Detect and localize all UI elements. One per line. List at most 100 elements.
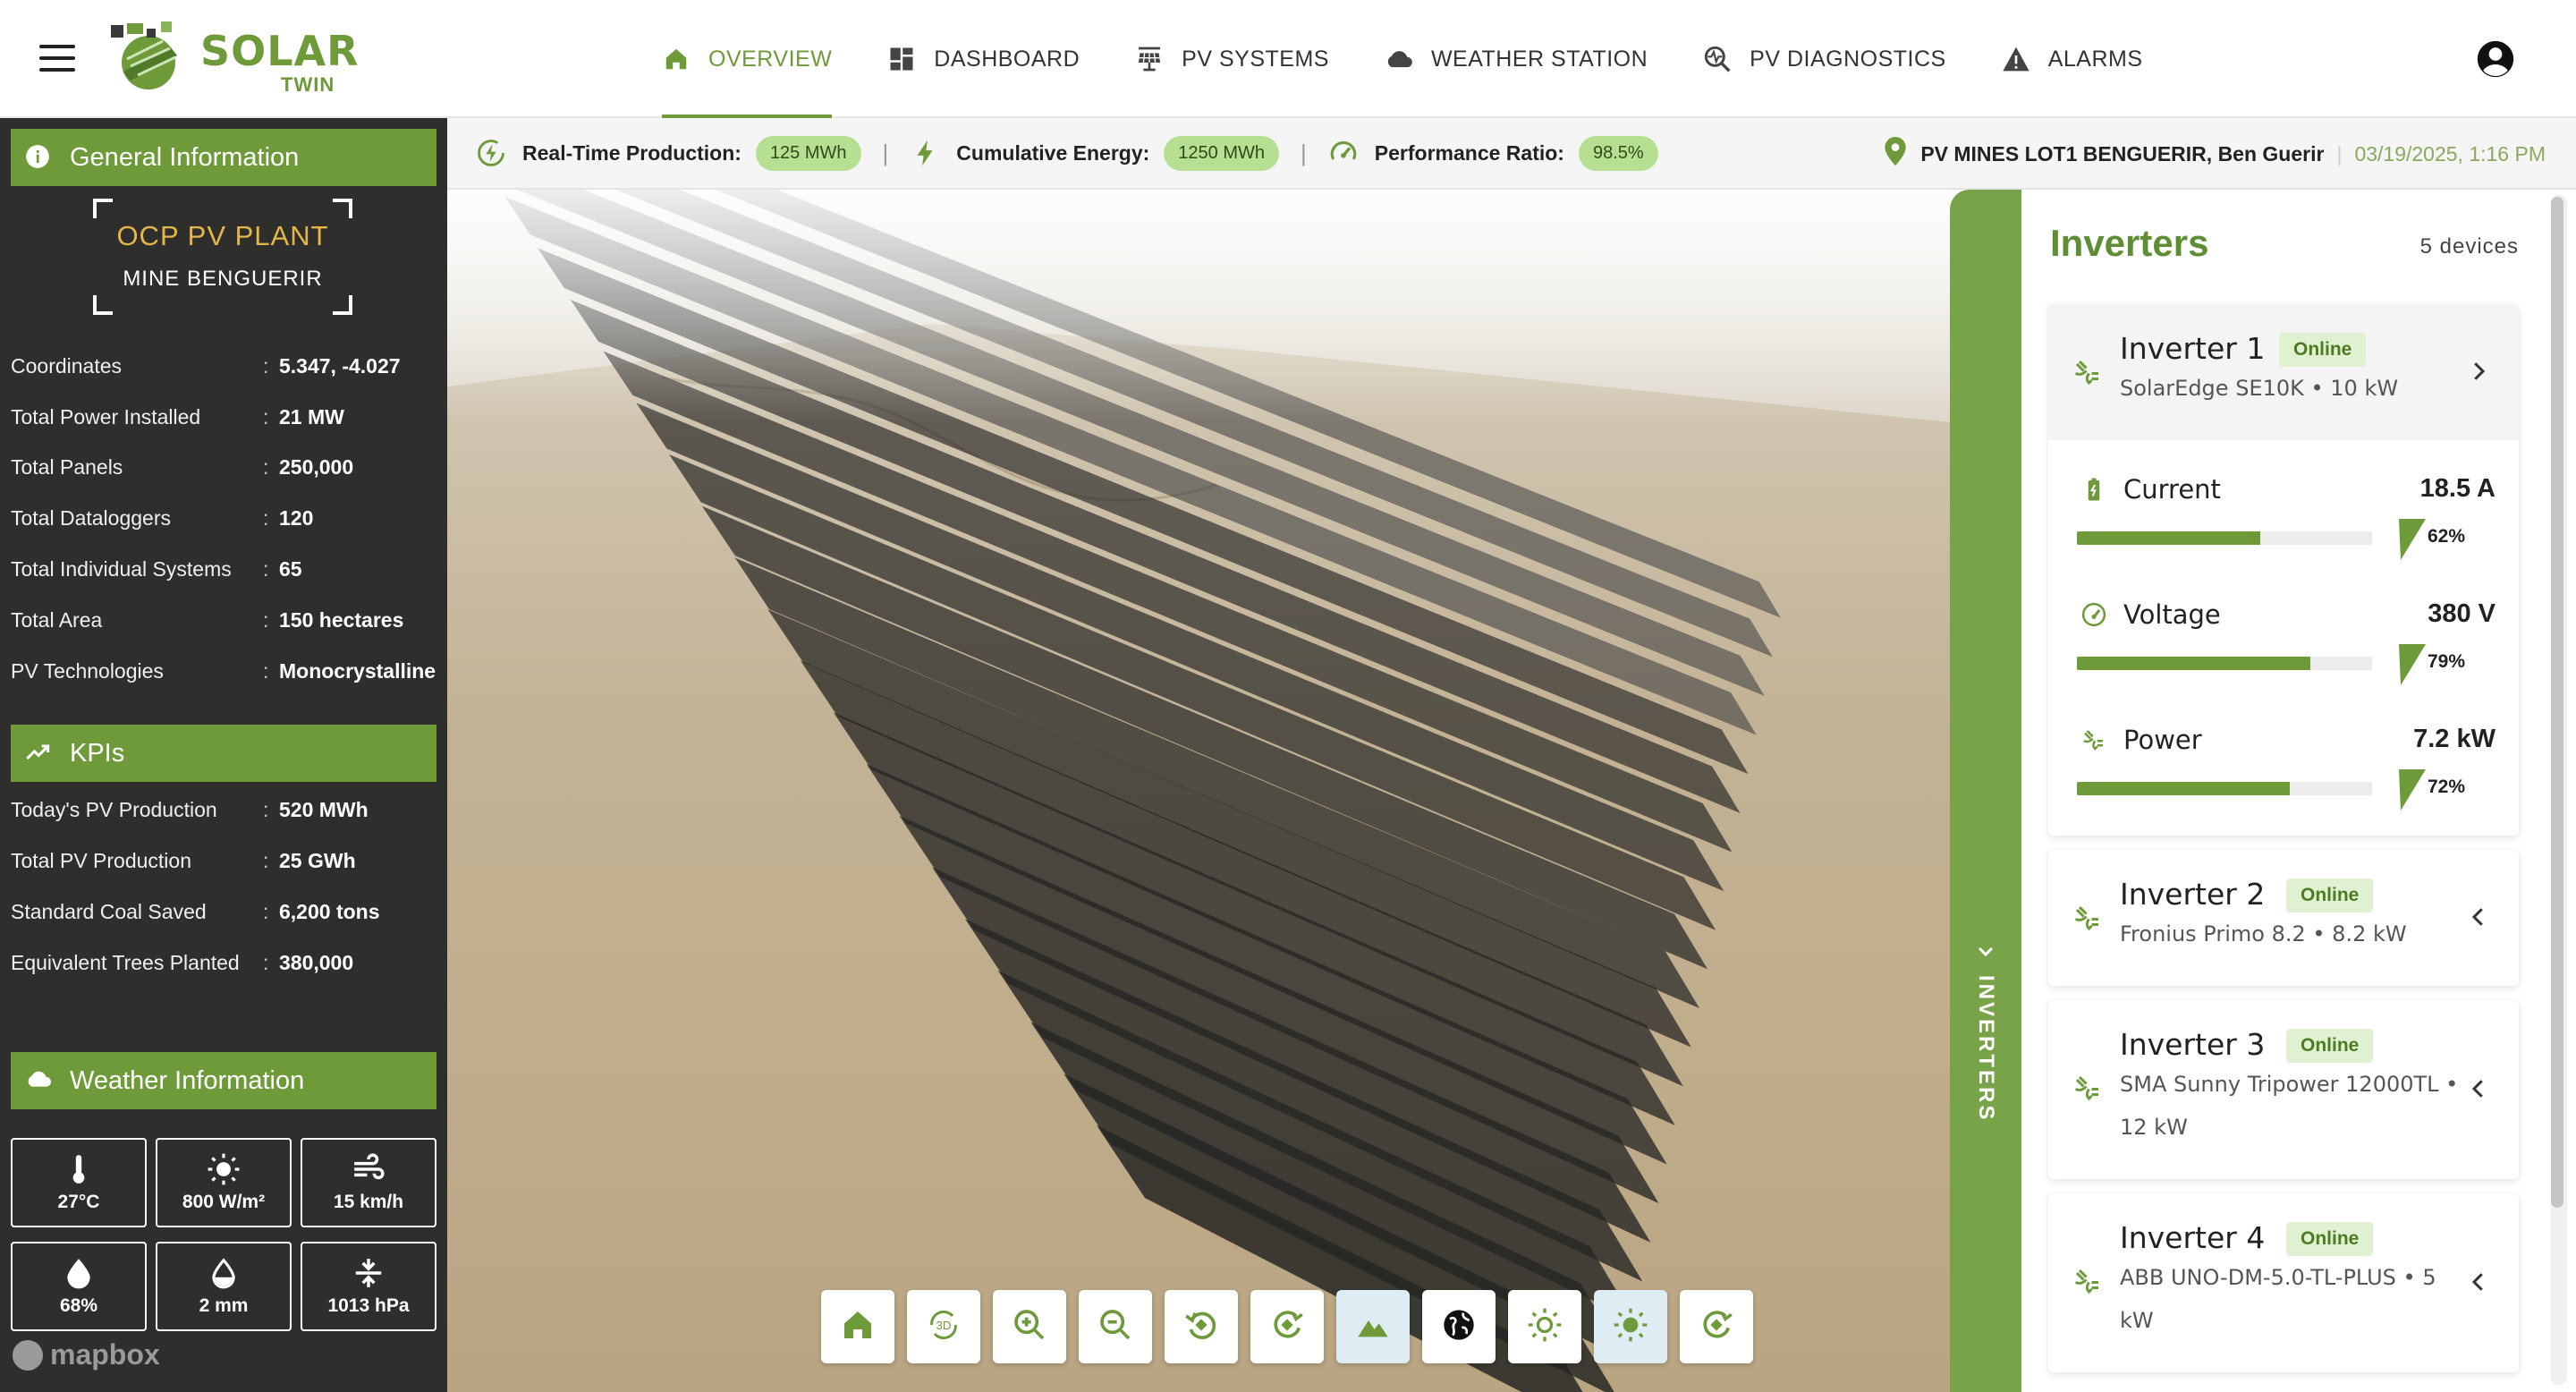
info-value: 250,000 (279, 455, 354, 479)
kpis-header[interactable]: KPIs (11, 725, 436, 782)
nav-weather-station[interactable]: WEATHER STATION (1385, 0, 1648, 118)
rotate-left-button[interactable] (1165, 1290, 1238, 1363)
chevron-left-icon[interactable] (2465, 1269, 2492, 1295)
info-value: 21 MW (279, 405, 344, 429)
solar-twin-logo[interactable]: SOLAR TWIN (107, 20, 359, 100)
metric-label-power: Power (2123, 725, 2202, 755)
info-label: Total Power Installed (11, 405, 201, 429)
inverter-card-1: Inverter 1 Online SolarEdge SE10K • 10 k… (2048, 304, 2519, 836)
kpi-value: 520 MWh (279, 798, 369, 821)
trend-icon (25, 740, 52, 767)
nav-pv-systems[interactable]: PV SYSTEMS (1135, 0, 1329, 118)
plug-icon (2080, 726, 2107, 753)
kpi-value: 380,000 (279, 951, 354, 974)
scrollbar-thumb[interactable] (2551, 197, 2563, 1208)
status-badge: Online (2286, 1222, 2374, 1256)
kpi-value: 25 GWh (279, 849, 356, 872)
inverters-scrollbar[interactable] (2551, 195, 2567, 1385)
weather-value: 15 km/h (333, 1192, 404, 1212)
metric-percent-power: 72% (2428, 777, 2466, 797)
zoom-out-button[interactable] (1079, 1290, 1152, 1363)
inverter-plug-icon (2072, 356, 2104, 388)
nav-overview[interactable]: OVERVIEW (662, 0, 833, 118)
logo-mark-icon (111, 21, 177, 89)
weather-tile-humidity: 68% (11, 1242, 147, 1331)
map-view[interactable] (447, 190, 1950, 1392)
realtime-production-value: 125 MWh (755, 135, 861, 171)
kpi-colon: : (263, 900, 269, 923)
home-icon (840, 1307, 876, 1347)
sun-icon (1527, 1307, 1563, 1347)
inverter-plug-icon (2072, 902, 2104, 934)
kpi-row-coal-saved: Standard Coal Saved:6,200 tons (11, 900, 440, 927)
kpi-colon: : (263, 951, 269, 974)
info-row-total-area: Total Area:150 hectares (11, 608, 440, 635)
plant-subtitle: MINE BENGUERIR (123, 267, 323, 291)
info-row-individual-systems: Total Individual Systems:65 (11, 557, 440, 584)
cloud-icon (25, 1067, 52, 1094)
user-account-icon[interactable] (2476, 39, 2515, 79)
sun-position-button[interactable] (1594, 1290, 1667, 1363)
map-home-button[interactable] (821, 1290, 894, 1363)
production-icon (476, 138, 506, 168)
warning-icon (2002, 45, 2030, 73)
chevron-right-icon[interactable] (2465, 358, 2492, 385)
power-progress-fill (2077, 782, 2290, 795)
realtime-production-stat: Real-Time Production: 125 MWh (476, 135, 861, 171)
info-label: Total Panels (11, 455, 123, 479)
info-label: Total Dataloggers (11, 506, 171, 530)
inverter-card-3[interactable]: Inverter 3 Online SMA Sunny Tripower 120… (2048, 1000, 2519, 1179)
general-information-header[interactable]: General Information (11, 129, 436, 186)
zoom-in-button[interactable] (993, 1290, 1066, 1363)
day-light-button[interactable] (1508, 1290, 1581, 1363)
reset-view-button[interactable] (1680, 1290, 1753, 1363)
weather-information-header[interactable]: Weather Information (11, 1052, 436, 1109)
zoom-out-icon (1097, 1307, 1133, 1347)
map-3d-button[interactable]: 3D (907, 1290, 980, 1363)
nav-alarms[interactable]: ALARMS (2002, 0, 2143, 118)
weather-value: 27°C (57, 1192, 100, 1212)
inverter-card-header[interactable]: Inverter 1 Online SolarEdge SE10K • 10 k… (2048, 304, 2519, 440)
nav-weather-station-label: WEATHER STATION (1430, 46, 1648, 72)
info-label: Coordinates (11, 354, 123, 378)
globe-button[interactable] (1422, 1290, 1496, 1363)
info-label: Total Individual Systems (11, 557, 232, 581)
inverter-name: Inverter 4 (2120, 1220, 2266, 1255)
info-value: 65 (279, 557, 302, 581)
inverter-card-4[interactable]: Inverter 4 Online ABB UNO-DM-5.0-TL-PLUS… (2048, 1193, 2519, 1372)
frame-corner (93, 295, 113, 315)
nav-pv-diagnostics[interactable]: PV DIAGNOSTICS (1703, 0, 1946, 118)
mapbox-attribution[interactable]: mapbox (13, 1338, 160, 1371)
info-colon: : (263, 506, 269, 530)
rotate-right-button[interactable] (1250, 1290, 1324, 1363)
menu-icon[interactable] (39, 45, 75, 72)
nav-dashboard[interactable]: DASHBOARD (887, 0, 1080, 118)
svg-text:3D: 3D (936, 1319, 951, 1332)
nav-dashboard-label: DASHBOARD (934, 46, 1080, 72)
status-bar: Real-Time Production: 125 MWh | Cumulati… (447, 118, 2576, 190)
info-row-total-panels: Total Panels:250,000 (11, 455, 440, 482)
inverters-panel-toggle[interactable]: INVERTERS (1950, 190, 2021, 1392)
chevron-left-icon[interactable] (2465, 1075, 2492, 1102)
info-icon (25, 144, 52, 171)
inverter-name: Inverter 2 (2120, 877, 2266, 912)
metric-percent-voltage: 79% (2428, 651, 2466, 672)
wind-icon (352, 1152, 386, 1186)
left-info-panel: General Information OCP PV PLANT MINE BE… (0, 118, 447, 1392)
chevron-left-icon[interactable] (2465, 904, 2492, 930)
gauge-icon (2080, 601, 2107, 628)
terrain-icon (1355, 1307, 1391, 1347)
home-icon (662, 45, 691, 73)
current-progress-fill (2077, 531, 2260, 545)
weather-value: 2 mm (199, 1295, 249, 1316)
inverter-card-2[interactable]: Inverter 2 Online Fronius Primo 8.2 • 8.… (2048, 850, 2519, 986)
performance-ratio-label: Performance Ratio: (1374, 140, 1564, 165)
rotate-3d-icon: 3D (926, 1307, 962, 1347)
nav-pv-systems-label: PV SYSTEMS (1182, 46, 1329, 72)
location-datetime: 03/19/2025, 1:16 PM (2354, 141, 2546, 166)
globe-icon (1441, 1307, 1477, 1347)
terrain-button[interactable] (1336, 1290, 1410, 1363)
info-label: Total Area (11, 608, 103, 632)
info-value: Monocrystalline (279, 659, 436, 683)
mapbox-icon (13, 1339, 43, 1371)
